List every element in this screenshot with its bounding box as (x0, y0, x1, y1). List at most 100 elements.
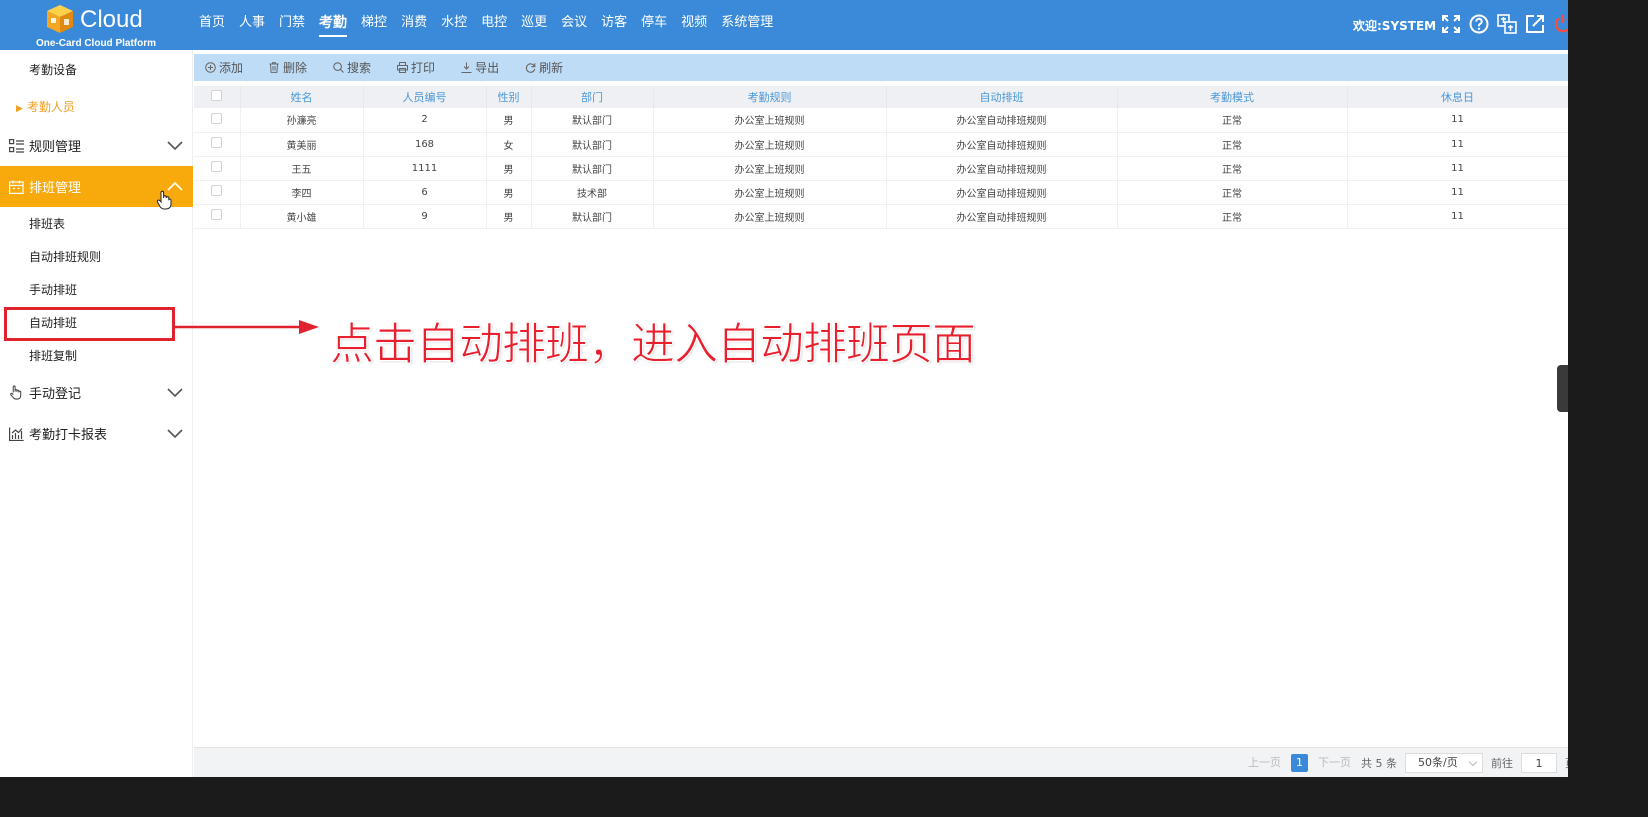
nav-item-label: 考勤 (319, 15, 348, 37)
row-checkbox[interactable] (211, 209, 223, 220)
delete-button-label: 删除 (283, 61, 308, 75)
sidebar-group-label: 考勤打卡报表 (29, 428, 108, 443)
external-link-icon[interactable] (1524, 13, 1546, 35)
power-off-icon[interactable] (1552, 13, 1568, 35)
sidebar: 考勤设备 ▶ 考勤人员 规则管理 排班管理 排班表 自动排班规则 手动排班 自动排… (0, 50, 193, 777)
nav-item-8[interactable]: 巡更 (514, 0, 554, 50)
table-cell: 办公室上班规则 (653, 204, 887, 229)
page-unit-label: 页 (1565, 755, 1568, 771)
sidebar-item-schedule-table[interactable]: 排班表 (0, 208, 193, 241)
row-select-cell (194, 108, 241, 133)
table-cell: 6 (363, 180, 487, 205)
logo[interactable]: Cloud One-Card Cloud Platform (36, 2, 166, 49)
nav-item-0[interactable]: 首页 (192, 0, 232, 50)
chevron-down-icon (167, 429, 183, 439)
sidebar-item-schedule-copy[interactable]: 排班复制 (0, 340, 193, 373)
column-header[interactable]: 休息日 (1347, 86, 1568, 108)
export-button[interactable]: 导出 (460, 59, 499, 76)
table-cell: 11 (1347, 204, 1568, 229)
column-header[interactable]: 考勤规则 (653, 86, 887, 108)
delete-button[interactable]: 删除 (268, 59, 307, 76)
search-button[interactable]: 搜索 (332, 59, 371, 76)
nav-item-11[interactable]: 停车 (634, 0, 674, 50)
sidebar-group-schedule[interactable]: 排班管理 (0, 166, 193, 210)
nav-item-2[interactable]: 门禁 (272, 0, 312, 50)
nav-item-13[interactable]: 系统管理 (714, 0, 780, 50)
table-cell: 正常 (1117, 156, 1348, 181)
nav-item-4[interactable]: 梯控 (354, 0, 394, 50)
current-page-button[interactable]: 1 (1291, 754, 1308, 772)
goto-page-input[interactable] (1521, 753, 1557, 773)
row-checkbox[interactable] (211, 112, 223, 124)
column-header[interactable]: 人员编号 (363, 86, 487, 108)
annotation-highlight-box (4, 307, 175, 341)
welcome-text: 欢迎:SYSTEM (1353, 19, 1437, 33)
next-page-button[interactable]: 下一页 (1316, 754, 1353, 772)
nav-item-label: 门禁 (279, 15, 306, 30)
help-icon[interactable] (1468, 13, 1490, 35)
nav-item-label: 消费 (401, 15, 428, 30)
nav-item-6[interactable]: 水控 (434, 0, 474, 50)
row-checkbox[interactable] (211, 137, 223, 148)
nav-item-3[interactable]: 考勤 (312, 0, 354, 50)
table-cell: 默认部门 (531, 108, 654, 133)
refresh-button[interactable]: 刷新 (524, 59, 563, 76)
nav-item-12[interactable]: 视频 (674, 0, 714, 50)
table-cell: 技术部 (531, 180, 654, 205)
annotation-callout-text: 点击自动排班，进入自动排班页面 (330, 319, 977, 371)
column-header[interactable]: 姓名 (240, 86, 364, 108)
column-header[interactable]: 部门 (531, 86, 654, 108)
nav-item-label: 首页 (199, 15, 226, 30)
row-select-cell (194, 132, 241, 157)
select-all-checkbox[interactable] (211, 90, 223, 101)
table-cell: 11 (1347, 108, 1568, 133)
sidebar-group-report[interactable]: 考勤打卡报表 (0, 413, 193, 454)
trash-icon (268, 62, 280, 74)
print-button-label: 打印 (411, 61, 436, 75)
sidebar-group-rules[interactable]: 规则管理 (0, 125, 193, 166)
sidebar-item-auto-schedule-rules[interactable]: 自动排班规则 (0, 241, 193, 274)
row-checkbox[interactable] (211, 161, 223, 172)
add-button[interactable]: 添加 (204, 59, 243, 76)
column-header[interactable]: 考勤模式 (1117, 86, 1348, 108)
print-button[interactable]: 打印 (396, 59, 435, 76)
nav-item-label: 人事 (239, 15, 266, 30)
prev-page-button[interactable]: 上一页 (1246, 754, 1283, 772)
sidebar-item-manual-schedule[interactable]: 手动排班 (0, 274, 193, 307)
sidebar-item-attendance-device[interactable]: 考勤设备 (0, 54, 193, 87)
list-icon (8, 138, 24, 154)
total-count: 共 5 条 (1361, 757, 1397, 770)
nav-item-7[interactable]: 电控 (474, 0, 514, 50)
sidebar-group-manual-register[interactable]: 手动登记 (0, 372, 193, 413)
refresh-button-label: 刷新 (539, 61, 564, 75)
fullscreen-icon[interactable] (1440, 13, 1462, 35)
table-cell: 办公室上班规则 (653, 156, 887, 181)
page-size-select[interactable]: 50条/页 (1405, 753, 1483, 773)
plus-circle-icon (204, 62, 216, 74)
table-row[interactable]: 黄美丽 168 女默认部门 办公室上班规则 办公室自动排班规则 正常 11 (194, 132, 1568, 157)
nav-item-label: 视频 (681, 15, 708, 30)
column-header[interactable]: 性别 (486, 86, 532, 108)
table-cell: 168 (363, 132, 487, 157)
goto-label: 前往 (1491, 757, 1513, 770)
nav-item-1[interactable]: 人事 (232, 0, 272, 50)
language-switch-icon[interactable] (1496, 13, 1518, 35)
nav-item-10[interactable]: 访客 (594, 0, 634, 50)
row-checkbox[interactable] (211, 185, 223, 196)
table-row[interactable]: 李四 6 男技术部 办公室上班规则 办公室自动排班规则 正常 11 (194, 180, 1568, 205)
nav-item-label: 系统管理 (721, 15, 774, 30)
row-select-cell (194, 204, 241, 229)
sidebar-item-attendance-people[interactable]: ▶ 考勤人员 (0, 91, 193, 124)
nav-item-label: 会议 (561, 15, 588, 30)
bar-chart-icon (8, 426, 24, 442)
table-row[interactable]: 黄小雄 9 男默认部门 办公室上班规则 办公室自动排班规则 正常 11 (194, 204, 1568, 229)
table-row[interactable]: 孙濂亮 2 男默认部门 办公室上班规则 办公室自动排班规则 正常 11 (194, 108, 1568, 133)
nav-item-5[interactable]: 消费 (394, 0, 434, 50)
table-row[interactable]: 王五 1111 男默认部门 办公室上班规则 办公室自动排班规则 正常 11 (194, 156, 1568, 181)
collapse-side-tab[interactable] (1557, 365, 1568, 412)
toolbar: 添加 删除 搜索 打印 导出 刷新 (194, 54, 1568, 81)
annotation-arrow (175, 320, 319, 334)
column-header[interactable]: 自动排班 (886, 86, 1118, 108)
nav-item-9[interactable]: 会议 (554, 0, 594, 50)
table-cell: 11 (1347, 132, 1568, 157)
